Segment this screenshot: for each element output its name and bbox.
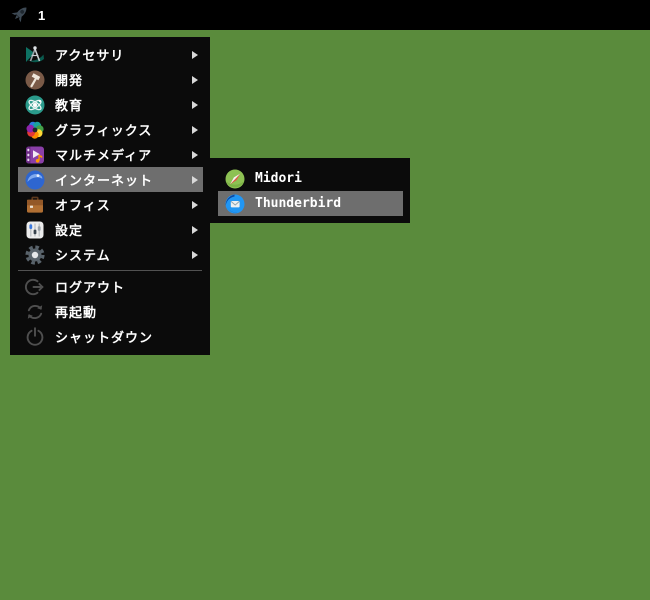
- menu-item-label: アクセサリ: [55, 48, 125, 63]
- menu-item-internet[interactable]: インターネット: [18, 167, 203, 192]
- submenu-arrow-icon: [192, 125, 198, 134]
- submenu-item-label: Thunderbird: [255, 196, 342, 211]
- taskbar: 1: [0, 0, 650, 30]
- menu-item-label: マルチメディア: [55, 148, 153, 163]
- menu-item-label: グラフィックス: [55, 123, 153, 138]
- menu-item-multimedia[interactable]: マルチメディア: [18, 142, 203, 167]
- development-icon: [24, 69, 46, 91]
- submenu-arrow-icon: [192, 75, 198, 84]
- submenu-arrow-icon: [192, 175, 198, 184]
- menu-separator: [18, 270, 202, 271]
- menu-item-shutdown[interactable]: シャットダウン: [18, 324, 203, 349]
- applications-menu: アクセサリ 開発 教育 グラフィックス マルチメディア インターネット オフィス…: [10, 37, 210, 355]
- submenu-item-thunderbird[interactable]: Thunderbird: [218, 191, 403, 216]
- submenu-arrow-icon: [192, 200, 198, 209]
- multimedia-icon: [24, 144, 46, 166]
- menu-item-label: 設定: [55, 223, 84, 238]
- menu-item-system[interactable]: システム: [18, 242, 203, 267]
- office-icon: [24, 194, 46, 216]
- menu-item-label: ログアウト: [55, 280, 126, 295]
- graphics-icon: [24, 119, 46, 141]
- menu-item-office[interactable]: オフィス: [18, 192, 203, 217]
- menu-item-restart[interactable]: 再起動: [18, 299, 203, 324]
- menu-item-label: 開発: [55, 73, 84, 88]
- menu-item-graphics[interactable]: グラフィックス: [18, 117, 203, 142]
- internet-icon: [24, 169, 46, 191]
- menu-item-label: シャットダウン: [55, 330, 154, 345]
- restart-icon: [24, 301, 46, 323]
- submenu-arrow-icon: [192, 50, 198, 59]
- menu-item-label: システム: [55, 248, 111, 263]
- system-icon: [24, 244, 46, 266]
- submenu-item-label: Midori: [255, 171, 302, 186]
- menu-item-accessories[interactable]: アクセサリ: [18, 42, 203, 67]
- submenu-arrow-icon: [192, 150, 198, 159]
- thunderbird-icon: [224, 193, 246, 215]
- menu-item-development[interactable]: 開発: [18, 67, 203, 92]
- submenu-item-midori[interactable]: Midori: [218, 166, 403, 191]
- menu-item-label: オフィス: [55, 198, 111, 213]
- menu-item-label: 再起動: [55, 305, 98, 320]
- submenu-arrow-icon: [192, 250, 198, 259]
- submenu-arrow-icon: [192, 225, 198, 234]
- menu-item-settings[interactable]: 設定: [18, 217, 203, 242]
- rocket-icon: [7, 3, 31, 27]
- menu-launcher-button[interactable]: [7, 3, 31, 27]
- workspace-indicator[interactable]: 1: [38, 8, 45, 23]
- submenu-arrow-icon: [192, 100, 198, 109]
- accessories-icon: [24, 44, 46, 66]
- settings-icon: [24, 219, 46, 241]
- education-icon: [24, 94, 46, 116]
- midori-icon: [224, 168, 246, 190]
- desktop: 1 アクセサリ 開発 教育 グラフィックス マルチメディア インターネット オフ…: [0, 0, 650, 600]
- menu-item-logout[interactable]: ログアウト: [18, 274, 203, 299]
- internet-submenu: Midori Thunderbird: [210, 158, 410, 223]
- menu-item-label: 教育: [55, 98, 84, 113]
- menu-item-label: インターネット: [55, 173, 154, 188]
- menu-item-education[interactable]: 教育: [18, 92, 203, 117]
- shutdown-icon: [24, 326, 46, 348]
- logout-icon: [24, 276, 46, 298]
